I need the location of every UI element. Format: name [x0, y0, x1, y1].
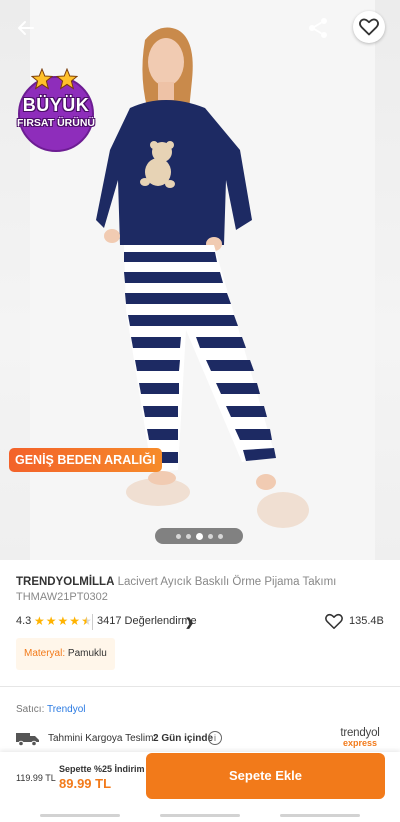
nav-handle[interactable] — [40, 813, 120, 817]
cart-discount-label: Sepette %25 İndirim — [59, 764, 145, 774]
gallery-dot[interactable] — [175, 533, 181, 539]
delivery-label: Tahmini Kargoya Teslim: — [48, 733, 157, 744]
badge-line-2: FIRSAT ÜRÜNÜ — [17, 117, 95, 129]
chevron-right-icon[interactable]: ❯ — [185, 616, 194, 629]
size-range-badge: GENİŞ BEDEN ARALIĞI — [9, 448, 162, 472]
logo-line-2: express — [342, 738, 378, 748]
delivery-value: 2 Gün içinde — [153, 733, 214, 744]
gallery-dot[interactable] — [217, 533, 223, 539]
favorite-count: 135.4B — [349, 615, 384, 627]
nav-handle[interactable] — [280, 813, 360, 817]
delivery-row: Tahmini Kargoya Teslim: 2 Gün içinde i t… — [16, 727, 386, 750]
star-icon: ★ — [45, 614, 57, 628]
favorite-button[interactable] — [353, 11, 385, 43]
system-nav-bar — [0, 808, 400, 822]
star-icon: ★ — [57, 614, 69, 628]
rating-stars: ★ ★ ★ ★ ★ — [34, 614, 92, 628]
gallery-dot-active[interactable] — [195, 532, 203, 540]
brand-name[interactable]: TRENDYOLMİLLA — [16, 576, 114, 588]
seller-name-link[interactable]: Trendyol — [47, 704, 86, 715]
product-image-gallery[interactable]: BÜYÜK FIRSAT ÜRÜNÜ GENİŞ BEDEN ARALIĞI — [0, 0, 400, 560]
share-icon — [309, 18, 327, 38]
material-value: Pamuklu — [67, 648, 107, 659]
info-icon[interactable]: i — [208, 731, 222, 745]
star-icon: ★ — [69, 614, 81, 628]
star-icon: ★ — [34, 614, 45, 628]
original-price: 119.99 TL — [16, 773, 56, 783]
nav-handle[interactable] — [160, 813, 240, 817]
heart-outline-icon[interactable] — [325, 613, 343, 630]
arrow-left-icon — [18, 21, 34, 35]
truck-icon — [16, 733, 39, 746]
review-count-link[interactable]: 3417 Değerlendirme — [97, 615, 197, 627]
half-star-icon: ★ — [81, 614, 92, 628]
seller-label: Satıcı: — [16, 704, 45, 715]
share-button[interactable] — [302, 12, 334, 44]
gallery-dot[interactable] — [185, 533, 191, 539]
product-sku: THMAW21PT0302 — [16, 591, 108, 603]
discounted-price: 89.99 TL — [59, 776, 112, 791]
product-title: TRENDYOLMİLLA Lacivert Ayıcık Baskılı Ör… — [16, 576, 386, 589]
product-name: Lacivert Ayıcık Baskılı Örme Pijama Takı… — [117, 576, 337, 588]
big-deal-badge: BÜYÜK FIRSAT ÜRÜNÜ — [12, 68, 100, 152]
material-key: Materyal: — [24, 648, 66, 659]
logo-line-1: trendyol — [340, 727, 380, 739]
back-button[interactable] — [10, 12, 42, 44]
product-detail-screen: BÜYÜK FIRSAT ÜRÜNÜ GENİŞ BEDEN ARALIĞI T… — [0, 0, 400, 822]
badge-line-1: BÜYÜK — [22, 95, 90, 115]
rating-value: 4.3 — [16, 615, 32, 627]
star-icon — [56, 68, 78, 90]
heart-outline-icon — [359, 18, 379, 36]
gallery-dot[interactable] — [207, 533, 213, 539]
rating-row: 4.3 ★ ★ ★ ★ ★ 3417 Değerlendirme ❯ 135.4… — [16, 613, 386, 630]
seller-row: Satıcı: Trendyol — [16, 704, 86, 715]
trendyol-express-logo: trendyol express — [334, 727, 386, 748]
section-divider — [0, 686, 400, 687]
material-tag: Materyal: Pamuklu — [16, 638, 115, 670]
add-to-cart-button[interactable]: Sepete Ekle — [146, 753, 385, 799]
star-icon — [31, 68, 53, 90]
gallery-pagination[interactable] — [155, 528, 243, 544]
rating-divider — [92, 614, 93, 630]
